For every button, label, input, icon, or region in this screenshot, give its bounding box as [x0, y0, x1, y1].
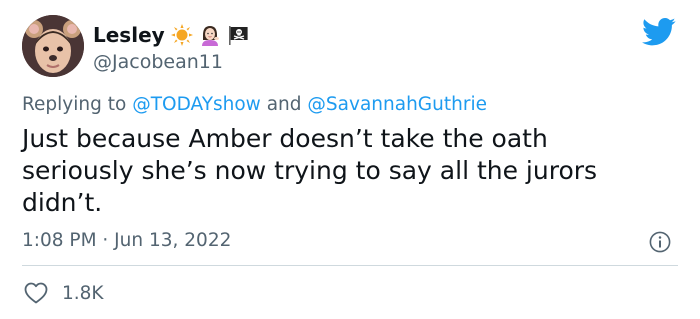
like-button[interactable]: 1.8K: [24, 280, 104, 306]
mention-todayshow-link[interactable]: @TODAYshow: [132, 94, 261, 115]
reply-joiner: and: [266, 94, 302, 115]
tweet-text: Just because Amber doesn’t take the oath…: [22, 124, 598, 217]
display-name-row: Lesley: [93, 21, 249, 49]
tweet-timestamp[interactable]: 1:08 PM · Jun 13, 2022: [22, 230, 231, 251]
woman-tipping-hand-emoji-icon: [201, 26, 219, 46]
heart-icon[interactable]: [24, 282, 48, 304]
like-count: 1.8K: [62, 282, 104, 304]
pirate-flag-emoji-icon: [228, 26, 248, 45]
info-icon[interactable]: [649, 231, 671, 253]
avatar-image: [22, 15, 84, 77]
reply-prefix: Replying to: [22, 94, 127, 115]
display-name[interactable]: Lesley: [93, 23, 165, 47]
avatar[interactable]: [22, 15, 84, 77]
tweet-card: Lesley @Jacobean11 Replying to @TODAYsho…: [0, 0, 700, 319]
twitter-bird-icon[interactable]: [642, 17, 676, 47]
mention-savannahguthrie-link[interactable]: @SavannahGuthrie: [307, 94, 487, 115]
user-handle[interactable]: @Jacobean11: [93, 51, 223, 73]
reply-context: Replying to @TODAYshow and @SavannahGuth…: [22, 94, 487, 115]
divider: [22, 265, 678, 266]
sun-emoji-icon: [170, 24, 193, 46]
